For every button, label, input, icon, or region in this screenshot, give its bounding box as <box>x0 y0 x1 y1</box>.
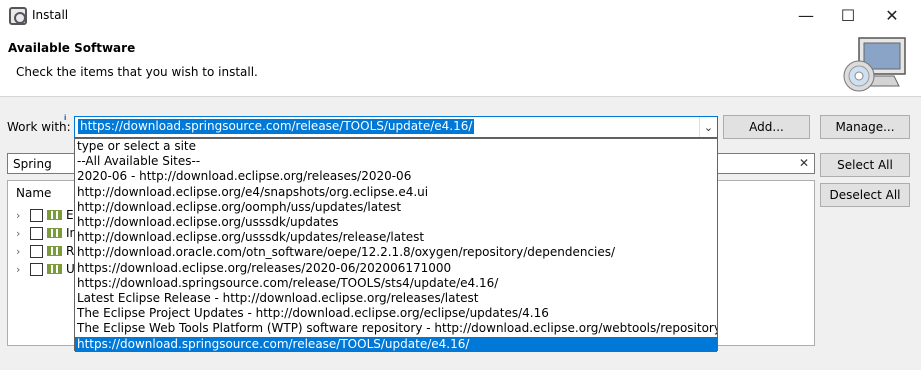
site-option[interactable]: https://download.springsource.com/releas… <box>75 276 717 291</box>
eclipse-app-icon <box>9 7 27 25</box>
site-option[interactable]: http://download.eclipse.org/usssdk/updat… <box>75 215 717 230</box>
page-description: Check the items that you wish to install… <box>16 65 258 79</box>
close-button[interactable]: ✕ <box>869 0 915 31</box>
minimize-button[interactable]: — <box>783 0 829 31</box>
work-with-combo[interactable]: https://download.springsource.com/releas… <box>74 116 718 138</box>
expand-icon[interactable]: › <box>16 263 26 276</box>
package-icon <box>47 246 62 256</box>
tree-row[interactable]: › U <box>16 260 75 278</box>
row-checkbox[interactable] <box>30 244 43 258</box>
tree-column-header: Name <box>16 186 52 200</box>
expand-icon[interactable]: › <box>16 227 26 240</box>
package-icon <box>47 210 62 220</box>
row-checkbox[interactable] <box>30 226 43 240</box>
site-option[interactable]: The Eclipse Web Tools Platform (WTP) sof… <box>75 321 717 336</box>
site-option[interactable]: --All Available Sites-- <box>75 154 717 169</box>
site-option[interactable]: https://download.eclipse.org/releases/20… <box>75 261 717 276</box>
tree-row[interactable]: › R <box>16 242 74 260</box>
site-option[interactable]: http://download.eclipse.org/usssdk/updat… <box>75 230 717 245</box>
site-option[interactable]: type or select a site <box>75 139 717 154</box>
add-site-button[interactable]: Add... <box>723 115 810 139</box>
site-dropdown-list[interactable]: type or select a site --All Available Si… <box>74 138 718 352</box>
tree-row[interactable]: › In <box>16 224 77 242</box>
site-option[interactable]: The Eclipse Project Updates - http://dow… <box>75 306 717 321</box>
site-option[interactable]: Latest Eclipse Release - http://download… <box>75 291 717 306</box>
install-wizard-icon <box>843 37 906 92</box>
chevron-down-icon[interactable]: ⌄ <box>699 117 717 137</box>
page-title: Available Software <box>8 41 136 55</box>
tree-row[interactable]: › E <box>16 206 74 224</box>
expand-icon[interactable]: › <box>16 245 26 258</box>
maximize-button[interactable]: ☐ <box>825 0 871 31</box>
site-option[interactable]: 2020-06 - http://download.eclipse.org/re… <box>75 169 717 184</box>
expand-icon[interactable]: › <box>16 209 26 222</box>
deselect-all-button[interactable]: Deselect All <box>820 183 910 207</box>
work-with-value[interactable]: https://download.springsource.com/releas… <box>78 119 475 134</box>
manage-sites-button[interactable]: Manage... <box>820 115 910 139</box>
header-pane: Available Software Check the items that … <box>0 31 921 97</box>
row-checkbox[interactable] <box>30 208 43 222</box>
filter-value[interactable]: Spring <box>13 157 52 171</box>
select-all-button[interactable]: Select All <box>820 153 910 177</box>
clear-icon[interactable]: ✕ <box>799 156 809 170</box>
work-with-label: Work with: <box>7 120 71 134</box>
site-option-selected[interactable]: https://download.springsource.com/releas… <box>75 336 717 352</box>
row-checkbox[interactable] <box>30 262 43 276</box>
site-option[interactable]: http://download.eclipse.org/oomph/uss/up… <box>75 200 717 215</box>
row-label: E <box>66 208 74 222</box>
site-option[interactable]: http://download.oracle.com/otn_software/… <box>75 245 717 260</box>
package-icon <box>47 264 62 274</box>
site-option[interactable]: http://download.eclipse.org/e4/snapshots… <box>75 185 717 200</box>
window-title: Install <box>32 8 69 22</box>
info-icon: i <box>64 114 67 122</box>
package-icon <box>47 228 62 238</box>
title-bar: Install — ☐ ✕ <box>0 0 921 31</box>
